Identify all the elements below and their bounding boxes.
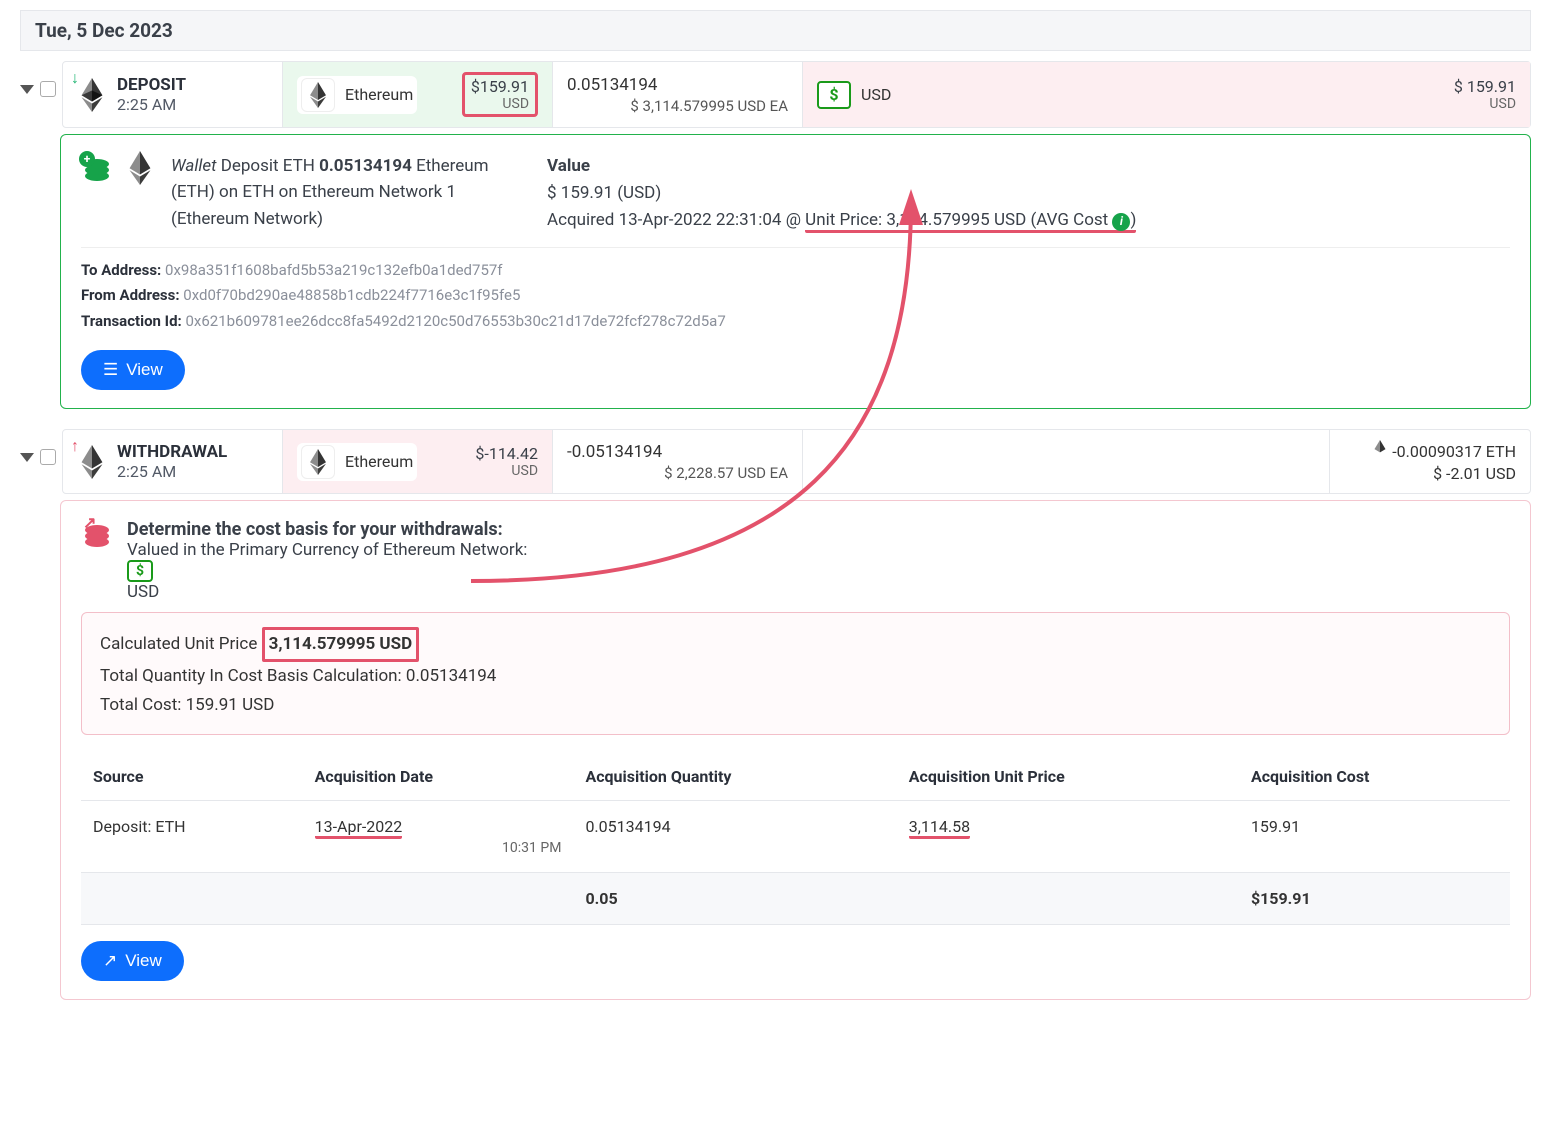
select-checkbox[interactable] <box>40 81 56 97</box>
fiat-unit: USD <box>1454 96 1516 112</box>
cell-price: 3,114.58 <box>897 800 1239 872</box>
dollar-icon: $ <box>127 560 153 582</box>
cost-basis-table: Source Acquisition Date Acquisition Quan… <box>81 753 1510 925</box>
ethereum-icon <box>125 153 155 183</box>
cell-qty: 0.05134194 <box>573 800 896 872</box>
ethereum-icon <box>77 80 107 110</box>
quantity: -0.05134194 <box>567 442 662 462</box>
transaction-id: 0x621b609781ee26dcc8fa5492d2120c50d76553… <box>185 312 725 330</box>
tx-amount-cell: -0.05134194 $ 2,228.57 USD EA <box>553 430 803 493</box>
cost-basis-subline: Valued in the Primary Currency of Ethere… <box>127 540 527 602</box>
table-row: Deposit: ETH 13-Apr-2022 10:31 PM 0.0513… <box>81 800 1510 872</box>
menu-icon: ☰ <box>103 360 118 380</box>
arrow-down-icon: ↓ <box>71 68 79 88</box>
view-button[interactable]: ☰ View <box>81 350 185 390</box>
ethereum-icon <box>301 78 335 112</box>
withdrawal-stack-icon: ↗ <box>81 519 115 553</box>
tx-time: 2:25 AM <box>117 95 186 114</box>
fiat-name: USD <box>861 85 891 104</box>
deposit-expand-panel: + Wallet Deposit ETH 0.05134194 Ethereum… <box>60 134 1531 409</box>
fee-usd: $ -2.01 USD <box>1433 464 1516 483</box>
unit-price: $ 2,228.57 USD EA <box>664 464 788 482</box>
date-header: Tue, 5 Dec 2023 <box>20 10 1531 51</box>
from-address: 0xd0f70bd290ae48858b1cdb224f7716e3c1f95f… <box>183 286 520 304</box>
tx-coin-cell: Ethereum $-114.42 USD <box>283 430 553 493</box>
select-checkbox[interactable] <box>40 449 56 465</box>
transaction-row-deposit: ↓ DEPOSIT 2:25 AM Ethereum $159.91 USD 0 <box>20 61 1531 128</box>
expand-caret-icon[interactable] <box>20 453 34 462</box>
to-address: 0x98a351f1608bafd5b53a219c132efb0a1ded75… <box>165 261 503 279</box>
ethereum-icon <box>301 445 335 479</box>
col-acq-qty: Acquisition Quantity <box>573 753 896 801</box>
address-block: To Address: 0x98a351f1608bafd5b53a219c13… <box>81 247 1510 335</box>
coin-name: Ethereum <box>345 452 413 471</box>
highlighted-unit-price: Unit Price: 3,114.579995 USD (AVG Cost i… <box>805 210 1136 233</box>
quantity: 0.05134194 <box>567 75 657 95</box>
cost-basis-heading: Determine the cost basis for your withdr… <box>127 519 527 540</box>
cell-cost: 159.91 <box>1239 800 1510 872</box>
tx-fee-cell: -0.00090317 ETH $ -2.01 USD <box>1330 430 1530 493</box>
total-qty: 0.05 <box>573 872 896 924</box>
cell-date: 13-Apr-2022 10:31 PM <box>303 800 574 872</box>
table-header-row: Source Acquisition Date Acquisition Quan… <box>81 753 1510 801</box>
dollar-icon: $ <box>817 81 851 109</box>
withdrawal-expand-panel: ↗ Determine the cost basis for your with… <box>60 500 1531 1000</box>
ethereum-icon <box>1374 440 1386 462</box>
calculation-box: Calculated Unit Price 3,114.579995 USD T… <box>81 612 1510 735</box>
arrow-up-icon: ↑ <box>71 436 79 456</box>
tx-type-cell: ↓ DEPOSIT 2:25 AM <box>63 62 283 127</box>
highlighted-calc-price: 3,114.579995 USD <box>262 627 420 662</box>
tx-time: 2:25 AM <box>117 462 227 481</box>
tx-coin-cell: Ethereum $159.91 USD <box>283 62 553 127</box>
tx-type-label: DEPOSIT <box>117 75 186 95</box>
tx-fiat-cell: $ USD $ 159.91 USD <box>803 62 1530 127</box>
info-icon[interactable]: i <box>1112 213 1130 231</box>
value-section: Value $ 159.91 (USD) Acquired 13-Apr-202… <box>547 153 1136 235</box>
wallet-description: Wallet Deposit ETH 0.05134194 Ethereum (… <box>171 153 531 232</box>
fee-qty: -0.00090317 ETH <box>1392 442 1516 461</box>
tx-type-label: WITHDRAWAL <box>117 442 227 462</box>
unit-price: $ 3,114.579995 USD EA <box>630 97 788 115</box>
col-acq-date: Acquisition Date <box>303 753 574 801</box>
table-totals-row: 0.05 $159.91 <box>81 872 1510 924</box>
col-acq-cost: Acquisition Cost <box>1239 753 1510 801</box>
open-icon: ↗ <box>103 951 117 971</box>
tx-empty-cell <box>803 430 1330 493</box>
ethereum-icon <box>77 447 107 477</box>
tx-type-cell: ↑ WITHDRAWAL 2:25 AM <box>63 430 283 493</box>
transaction-row-withdrawal: ↑ WITHDRAWAL 2:25 AM Ethereum $-114.42 U… <box>20 429 1531 494</box>
total-cost: $159.91 <box>1239 872 1510 924</box>
cell-source: Deposit: ETH <box>81 800 303 872</box>
fiat-value: $ 159.91 <box>1454 77 1516 96</box>
highlighted-usd-value: $159.91 USD <box>462 72 538 117</box>
view-button[interactable]: ↗ View <box>81 941 184 981</box>
col-source: Source <box>81 753 303 801</box>
col-acq-price: Acquisition Unit Price <box>897 753 1239 801</box>
deposit-stack-icon: + <box>81 153 115 187</box>
tx-amount-cell: 0.05134194 $ 3,114.579995 USD EA <box>553 62 803 127</box>
total-cost-line: Total Cost: 159.91 USD <box>100 691 1491 720</box>
coin-name: Ethereum <box>345 85 413 104</box>
expand-caret-icon[interactable] <box>20 85 34 94</box>
total-qty-line: Total Quantity In Cost Basis Calculation… <box>100 662 1491 691</box>
